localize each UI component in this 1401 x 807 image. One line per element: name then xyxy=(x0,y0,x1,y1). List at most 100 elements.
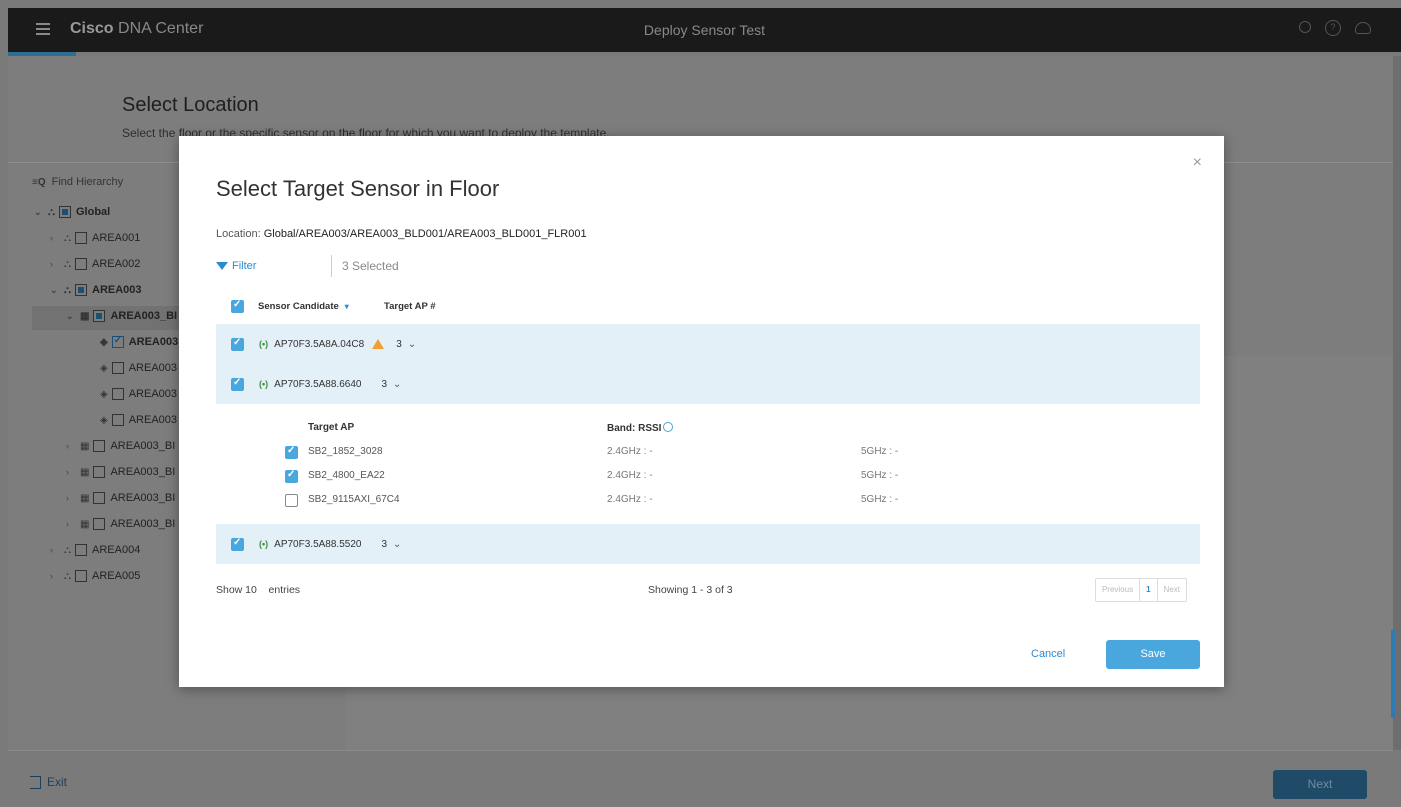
search-icon[interactable] xyxy=(1299,21,1311,33)
list-item: SB2_9115AXI_67C4 2.4GHz : - 5GHz : - xyxy=(216,490,1200,512)
chevron-down-icon[interactable]: ⌄ xyxy=(66,311,76,322)
floor-icon: ◈ xyxy=(100,362,108,374)
tree-node-area004[interactable]: › ⛬ AREA004 xyxy=(50,544,140,556)
tree-node-area005[interactable]: › ⛬ AREA005 xyxy=(50,570,140,582)
tree-node-global[interactable]: ⌄ ⛬ Global xyxy=(34,206,110,218)
next-page-button[interactable]: Next xyxy=(1158,579,1186,601)
page-title: Deploy Sensor Test xyxy=(643,22,766,38)
chevron-down-icon[interactable]: ⌄ xyxy=(50,285,60,296)
tree-checkbox[interactable] xyxy=(59,206,71,218)
tree-checkbox[interactable] xyxy=(111,414,124,426)
table-row[interactable]: (•) AP70F3.5A8A.04C8 3⌄ xyxy=(216,324,1200,364)
target-ap-header: Target AP # xyxy=(384,300,436,312)
tree-node-floor[interactable]: ◈AREA003 xyxy=(100,414,177,426)
selected-count: 3 Selected xyxy=(342,259,399,273)
divider xyxy=(331,255,332,277)
access-point-icon: (•) xyxy=(259,379,269,389)
select-all-checkbox[interactable] xyxy=(231,299,244,313)
chevron-right-icon[interactable]: › xyxy=(66,467,76,477)
tree-checkbox[interactable] xyxy=(93,466,106,478)
tree-checkbox[interactable] xyxy=(111,362,124,374)
tree-node-building[interactable]: ⌄ ▦ AREA003_BI xyxy=(66,310,177,322)
previous-page-button[interactable]: Previous xyxy=(1096,579,1139,601)
tree-node-building[interactable]: › ▦ AREA003_BI xyxy=(66,492,175,504)
band-rssi-column-header: Band: RSSI xyxy=(607,422,674,434)
filter-button[interactable]: Filter xyxy=(216,260,331,272)
building-icon: ▦ xyxy=(80,492,90,504)
chevron-right-icon[interactable]: › xyxy=(50,571,60,581)
help-icon[interactable]: ? xyxy=(1325,20,1341,36)
target-ap-count[interactable]: 3 ⌄ xyxy=(381,539,401,550)
tree-node-building[interactable]: › ▦ AREA003_BI xyxy=(66,466,175,478)
tree-node-area003[interactable]: ⌄ ⛬ AREA003 xyxy=(50,284,142,296)
sensor-candidate-header[interactable]: Sensor Candidate ▾ xyxy=(258,301,349,312)
save-button[interactable]: Save xyxy=(1106,640,1200,669)
ap-checkbox[interactable] xyxy=(285,445,298,459)
table-row[interactable]: (•) AP70F3.5A88.6640 3⌄ xyxy=(216,364,1200,404)
table-row[interactable]: (•) AP70F3.5A88.5520 3⌄ xyxy=(216,524,1200,564)
row-checkbox[interactable] xyxy=(231,377,244,391)
ap-checkbox[interactable] xyxy=(285,469,298,483)
tree-node-floor[interactable]: ◈AREA003 xyxy=(100,362,177,374)
page-1-button[interactable]: 1 xyxy=(1139,579,1158,601)
tree-checkbox[interactable] xyxy=(93,518,106,530)
band-5ghz: 5GHz : - xyxy=(861,470,899,481)
select-target-sensor-modal: × Select Target Sensor in Floor Location… xyxy=(179,136,1224,687)
tree-checkbox[interactable] xyxy=(75,570,87,582)
warning-icon xyxy=(372,339,385,349)
exit-button[interactable]: Exit xyxy=(30,775,67,789)
ap-name: SB2_1852_3028 xyxy=(308,446,383,457)
cloud-icon[interactable] xyxy=(1355,22,1371,34)
access-point-icon: (•) xyxy=(259,339,269,349)
tree-checkbox[interactable] xyxy=(111,388,124,400)
scrollbar-thumb[interactable] xyxy=(1391,630,1395,718)
sort-icon[interactable]: ▾ xyxy=(345,302,349,311)
ap-checkbox[interactable] xyxy=(285,494,298,507)
tree-checkbox[interactable] xyxy=(111,335,124,348)
tree-checkbox[interactable] xyxy=(93,440,106,452)
chevron-down-icon[interactable]: ⌄ xyxy=(393,379,401,390)
band-5ghz: 5GHz : - xyxy=(861,494,899,505)
expanded-target-ap-list: Target AP Band: RSSI SB2_1852_3028 2.4GH… xyxy=(216,404,1200,526)
tree-checkbox[interactable] xyxy=(75,258,87,270)
chevron-down-icon[interactable]: ⌄ xyxy=(34,207,44,218)
tree-checkbox[interactable] xyxy=(75,284,87,296)
list-item: SB2_1852_3028 2.4GHz : - 5GHz : - xyxy=(216,442,1200,464)
info-icon[interactable] xyxy=(663,422,674,432)
chevron-right-icon[interactable]: › xyxy=(50,233,60,243)
close-icon[interactable]: × xyxy=(1193,154,1202,172)
tree-node-building[interactable]: › ▦ AREA003_BI xyxy=(66,518,175,530)
row-checkbox[interactable] xyxy=(231,337,244,351)
chevron-down-icon[interactable]: ⌄ xyxy=(408,339,416,350)
tree-checkbox[interactable] xyxy=(93,492,106,504)
cancel-button[interactable]: Cancel xyxy=(1031,648,1065,660)
next-button[interactable]: Next xyxy=(1273,770,1367,799)
target-ap-count[interactable]: 3 ⌄ xyxy=(396,339,416,350)
chevron-right-icon[interactable]: › xyxy=(50,545,60,555)
row-checkbox[interactable] xyxy=(231,537,244,551)
modal-title: Select Target Sensor in Floor xyxy=(216,176,500,201)
ap-name: SB2_4800_EA22 xyxy=(308,470,385,481)
tree-node-area001[interactable]: › ⛬ AREA001 xyxy=(50,232,140,244)
target-ap-count[interactable]: 3 ⌄ xyxy=(381,379,401,390)
tree-node-floor[interactable]: ◈AREA003 xyxy=(100,388,177,400)
building-icon: ▦ xyxy=(80,518,90,530)
showing-count: Showing 1 - 3 of 3 xyxy=(648,584,733,596)
band-24ghz: 2.4GHz : - xyxy=(607,446,653,457)
chevron-right-icon[interactable]: › xyxy=(50,259,60,269)
find-hierarchy-input[interactable]: ≡Q Find Hierarchy xyxy=(32,176,123,188)
tree-node-area002[interactable]: › ⛬ AREA002 xyxy=(50,258,140,270)
chevron-down-icon[interactable]: ⌄ xyxy=(393,539,401,550)
list-item: SB2_4800_EA22 2.4GHz : - 5GHz : - xyxy=(216,466,1200,488)
page-size-selector[interactable]: Show 10 entries xyxy=(216,584,300,596)
chevron-right-icon[interactable]: › xyxy=(66,493,76,503)
area-icon: ⛬ xyxy=(64,544,71,556)
tree-checkbox[interactable] xyxy=(75,544,87,556)
chevron-right-icon[interactable]: › xyxy=(66,441,76,451)
location-text: Location: Global/AREA003/AREA003_BLD001/… xyxy=(216,228,587,240)
tree-node-building[interactable]: › ▦ AREA003_BI xyxy=(66,440,175,452)
tree-checkbox[interactable] xyxy=(93,310,106,322)
chevron-right-icon[interactable]: › xyxy=(66,519,76,529)
tree-checkbox[interactable] xyxy=(75,232,87,244)
tree-node-floor[interactable]: ◈AREA003 xyxy=(100,335,178,348)
